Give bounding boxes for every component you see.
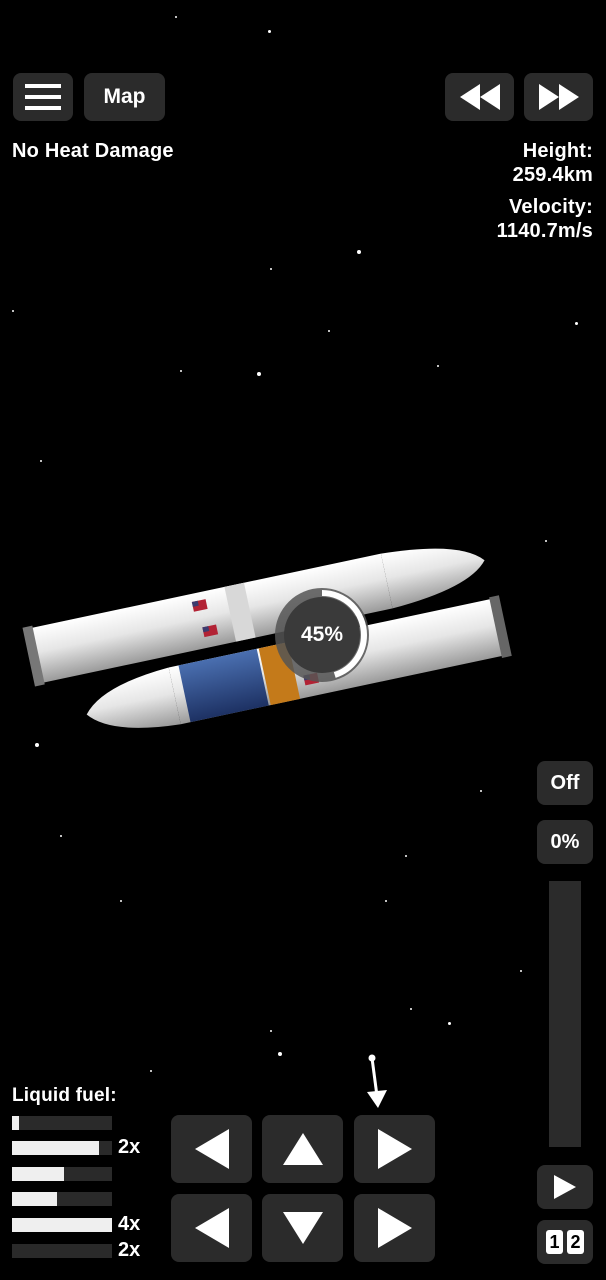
fuel-title: Liquid fuel: [12, 1085, 117, 1106]
star [575, 322, 578, 325]
throttle-percent: 0% [537, 820, 593, 864]
engine-toggle-label: Off [550, 771, 580, 794]
fuel-bar-fill [12, 1192, 57, 1206]
star [480, 790, 482, 792]
stage-selector[interactable]: 1 2 [537, 1220, 593, 1264]
rotate-right-button[interactable] [354, 1115, 435, 1183]
fuel-multiplier: 4x [118, 1213, 141, 1235]
rewind-icon [459, 84, 500, 110]
rotate-left-button[interactable] [171, 1115, 252, 1183]
throttle-slider[interactable] [549, 881, 581, 1147]
star [405, 855, 407, 857]
stage-digit-2: 2 [567, 1230, 584, 1254]
progress-label: 45% [300, 623, 344, 646]
arrow-right-icon [377, 1129, 412, 1169]
arrow-left-icon [194, 1129, 229, 1169]
engine-toggle-button[interactable]: Off [537, 761, 593, 805]
arrow-up-icon [282, 1133, 323, 1165]
fuel-bar [12, 1218, 112, 1232]
star [520, 970, 522, 972]
fuel-bar-fill [12, 1116, 19, 1130]
rewind-button[interactable] [445, 73, 514, 121]
arrow-right-icon [377, 1208, 412, 1248]
star [120, 900, 122, 902]
star [150, 1070, 152, 1072]
star [357, 250, 361, 254]
direction-arrow-icon [367, 1054, 387, 1108]
thrust-up-button[interactable] [262, 1115, 343, 1183]
arrow-left-icon [194, 1208, 229, 1248]
velocity-label: Velocity: [508, 196, 593, 218]
star [328, 330, 330, 332]
height-value: 259.4km [512, 164, 593, 186]
activate-stage-button[interactable] [537, 1165, 593, 1209]
menu-button[interactable] [13, 73, 73, 121]
star [437, 365, 439, 367]
arrow-down-icon [282, 1212, 323, 1244]
fast-forward-button[interactable] [524, 73, 593, 121]
fuel-bar [12, 1116, 112, 1130]
star [180, 370, 182, 372]
slide-right-button[interactable] [354, 1194, 435, 1262]
star [12, 310, 14, 312]
star [40, 460, 42, 462]
star [175, 16, 177, 18]
stage-digit-1: 1 [546, 1230, 563, 1254]
throttle-percent-label: 0% [550, 830, 580, 853]
fuel-bar-fill [12, 1218, 112, 1232]
play-icon [554, 1175, 576, 1199]
fuel-bar [12, 1244, 112, 1258]
map-button-label: Map [103, 85, 146, 108]
fuel-bar [12, 1167, 112, 1181]
map-button[interactable]: Map [84, 73, 165, 121]
heat-status: No Heat Damage [12, 140, 174, 162]
height-label: Height: [522, 140, 593, 162]
star [268, 30, 271, 33]
hamburger-icon [25, 84, 61, 110]
star [60, 835, 62, 837]
slide-left-button[interactable] [171, 1194, 252, 1262]
fast-forward-icon [538, 84, 579, 110]
thrust-down-button[interactable] [262, 1194, 343, 1262]
star [278, 1052, 282, 1056]
star [448, 1022, 451, 1025]
star [270, 268, 272, 270]
fuel-bar [12, 1141, 112, 1155]
fuel-multiplier: 2x [118, 1136, 141, 1158]
fuel-bar-fill [12, 1141, 99, 1155]
fuel-multiplier: 2x [118, 1239, 141, 1261]
star [410, 1008, 412, 1010]
fuel-bar-fill [12, 1167, 64, 1181]
progress-indicator: 45% [272, 585, 372, 685]
velocity-value: 1140.7m/s [496, 220, 593, 242]
fuel-bar [12, 1192, 112, 1206]
star [270, 1030, 272, 1032]
star [257, 372, 261, 376]
star [385, 900, 387, 902]
